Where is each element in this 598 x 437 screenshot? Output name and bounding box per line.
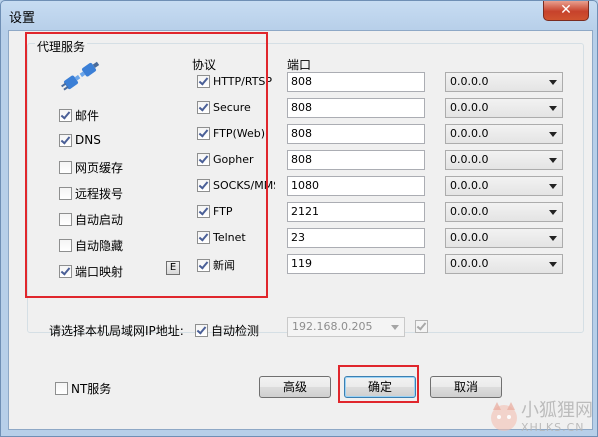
nt-service-checkbox[interactable]: NT服务: [55, 380, 111, 397]
auto-detect-checkbox[interactable]: 自动检测: [195, 322, 259, 339]
chevron-down-icon: [549, 236, 557, 241]
chevron-down-icon: [549, 210, 557, 215]
bind-ip-select[interactable]: 0.0.0.0: [445, 202, 563, 222]
bind-ip-select[interactable]: 0.0.0.0: [445, 72, 563, 92]
port-input[interactable]: 119: [287, 254, 425, 274]
watermark-sub: XHLKS.CN: [521, 420, 585, 434]
chevron-down-icon: [549, 184, 557, 189]
port-input[interactable]: 808: [287, 72, 425, 92]
port-input[interactable]: 808: [287, 124, 425, 144]
ok-highlight-box: [338, 365, 419, 403]
bind-ip-select[interactable]: 0.0.0.0: [445, 176, 563, 196]
close-button[interactable]: ✕: [543, 1, 589, 21]
settings-window: 设置 ✕ 代理服务 邮件 DNS 网页缓存 远程拨号 自动启动 自动隐藏 端口映射 E 协议…: [0, 0, 598, 437]
bind-ip-value: 0.0.0.0: [450, 75, 489, 88]
lan-ip-value: 192.168.0.205: [292, 320, 373, 333]
bind-ip-value: 0.0.0.0: [450, 179, 489, 192]
cancel-button[interactable]: 取消: [430, 376, 502, 398]
auto-detect-check-box[interactable]: [195, 324, 208, 337]
bind-ip-select[interactable]: 0.0.0.0: [445, 98, 563, 118]
nt-service-label: NT服务: [71, 382, 112, 396]
port-input[interactable]: 808: [287, 98, 425, 118]
proxy-highlight-box: [25, 32, 268, 298]
bind-ip-select[interactable]: 0.0.0.0: [445, 150, 563, 170]
auto-detect-label: 自动检测: [211, 324, 260, 338]
window-title: 设置: [9, 11, 36, 26]
lan-ip-select[interactable]: 192.168.0.205: [287, 317, 405, 337]
port-input[interactable]: 808: [287, 150, 425, 170]
bind-ip-select[interactable]: 0.0.0.0: [445, 228, 563, 248]
chevron-down-icon: [549, 80, 557, 85]
port-input[interactable]: 1080: [287, 176, 425, 196]
watermark: 小狐狸网 XHLKS.CN: [487, 400, 593, 434]
lan-extra-check-box[interactable]: [415, 320, 428, 333]
chevron-down-icon: [391, 325, 399, 330]
bind-ip-value: 0.0.0.0: [450, 101, 489, 114]
bind-ip-select[interactable]: 0.0.0.0: [445, 124, 563, 144]
bind-ip-value: 0.0.0.0: [450, 231, 489, 244]
port-input[interactable]: 23: [287, 228, 425, 248]
lan-extra-checkbox[interactable]: [415, 320, 431, 333]
port-header: 端口: [287, 58, 312, 72]
bind-ip-value: 0.0.0.0: [450, 205, 489, 218]
fox-logo-icon: [491, 402, 517, 431]
bind-ip-value: 0.0.0.0: [450, 153, 489, 166]
nt-service-check-box[interactable]: [55, 382, 68, 395]
watermark-text: 小狐狸网: [521, 399, 593, 421]
chevron-down-icon: [549, 158, 557, 163]
port-input[interactable]: 2121: [287, 202, 425, 222]
bind-ip-value: 0.0.0.0: [450, 257, 489, 270]
chevron-down-icon: [549, 106, 557, 111]
advanced-button[interactable]: 高级: [259, 376, 331, 398]
lan-ip-label: 请选择本机局域网IP地址:: [49, 324, 184, 338]
bind-ip-select[interactable]: 0.0.0.0: [445, 254, 563, 274]
chevron-down-icon: [549, 262, 557, 267]
bind-ip-value: 0.0.0.0: [450, 127, 489, 140]
chevron-down-icon: [549, 132, 557, 137]
